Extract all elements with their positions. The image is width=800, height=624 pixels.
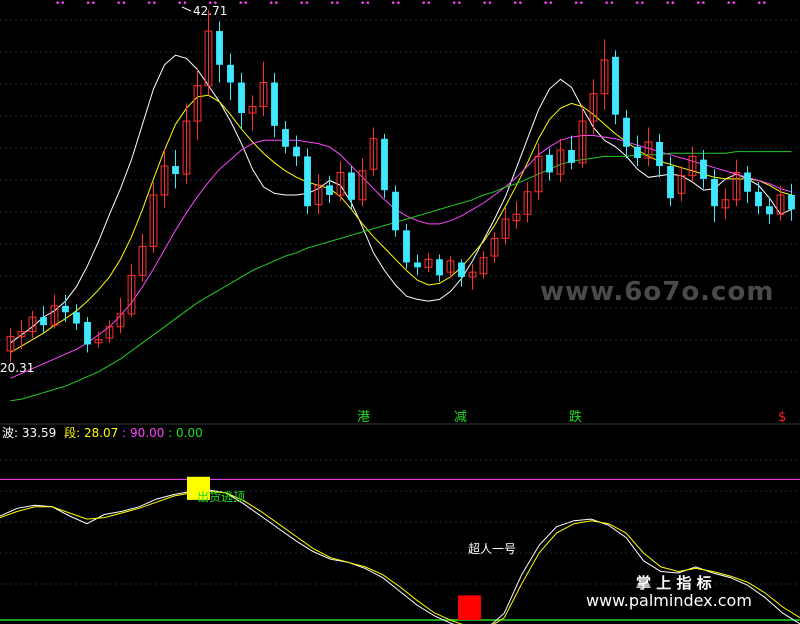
top-marker: •• — [330, 0, 341, 9]
candle-body — [700, 159, 707, 179]
signal-label: 港 — [357, 410, 370, 425]
candle-body — [744, 172, 751, 192]
candle-body — [568, 149, 575, 163]
top-marker: •• — [86, 0, 97, 9]
top-marker: •• — [574, 0, 585, 9]
stock-chart: •• •• •• •• •• •• •• •• •• •• •• •• •• •• •• •• •• •• •• ••… — [0, 0, 800, 624]
candle-body — [84, 321, 91, 345]
candle-body — [271, 82, 278, 126]
candle-body — [62, 305, 69, 313]
low-price-label: 20.31 — [0, 361, 34, 375]
top-marker: •• — [757, 0, 768, 9]
candle-body — [766, 206, 773, 215]
signal-box-label: 出货逃顶 — [197, 489, 245, 504]
top-marker: •• — [726, 0, 737, 9]
signal-box-label: 超人一号 — [468, 541, 516, 556]
candle-body — [623, 117, 630, 147]
candle-body — [326, 185, 333, 195]
candle-body — [381, 138, 388, 191]
signal-labels: 港 减 跌 $ — [357, 409, 786, 425]
top-marker: •• — [604, 0, 615, 9]
candle-body — [73, 312, 80, 324]
top-marker: •• — [55, 0, 66, 9]
candle-body — [414, 262, 421, 268]
signal-label: $ — [778, 410, 786, 425]
candle-body — [612, 56, 619, 115]
candle-body — [436, 259, 443, 276]
moving-average-lines — [10, 54, 792, 402]
signal-box — [458, 595, 481, 620]
branding-url: www.palmindex.com — [586, 591, 752, 610]
candle-body — [711, 178, 718, 207]
top-marker: •• — [635, 0, 646, 9]
branding-title: 掌 上 指 标 — [636, 574, 712, 592]
candle-body — [667, 166, 674, 199]
top-marker: •• — [543, 0, 554, 9]
top-marker: •• — [116, 0, 127, 9]
oscillator-legend: 波: 33.59 段: 28.07 : 90.00 : 0.00 — [2, 425, 203, 440]
candle-body — [216, 31, 223, 65]
high-price-label: 42.71 — [193, 4, 227, 18]
candle-body — [227, 64, 234, 83]
candle-body — [348, 172, 355, 200]
top-marker: •• — [513, 0, 524, 9]
top-marker: •• — [269, 0, 280, 9]
candle-body — [546, 154, 553, 173]
candle-body — [458, 262, 465, 277]
signal-label: 跌 — [569, 409, 582, 425]
watermark: www.6o7o.com — [540, 277, 774, 307]
top-markers: •• •• •• •• •• •• •• •• •• •• •• •• •• •• •• •• •• •• •• ••… — [55, 0, 767, 9]
candle-body — [392, 191, 399, 231]
top-marker: •• — [696, 0, 707, 9]
candle-body — [755, 191, 762, 207]
signal-label: 减 — [454, 410, 467, 425]
candle-body — [403, 230, 410, 263]
candle-body — [238, 82, 245, 114]
top-marker: •• — [147, 0, 158, 9]
top-marker: •• — [299, 0, 310, 9]
candle-body — [656, 141, 663, 167]
top-marker: •• — [665, 0, 676, 9]
top-marker: •• — [421, 0, 432, 9]
top-marker: •• — [238, 0, 249, 9]
candle-body — [304, 156, 311, 207]
ma-line — [10, 135, 792, 379]
top-marker: •• — [391, 0, 402, 9]
candle-body — [40, 317, 47, 326]
top-marker: •• — [360, 0, 371, 9]
oscillator-signal-boxes: 出货逃顶超人一号 — [187, 476, 516, 620]
candle-body — [172, 166, 179, 175]
top-marker: •• — [482, 0, 493, 9]
candle-body — [788, 194, 795, 210]
top-marker: •• — [452, 0, 463, 9]
candle-body — [282, 129, 289, 147]
candle-body — [293, 146, 300, 157]
candle-body — [634, 146, 641, 159]
